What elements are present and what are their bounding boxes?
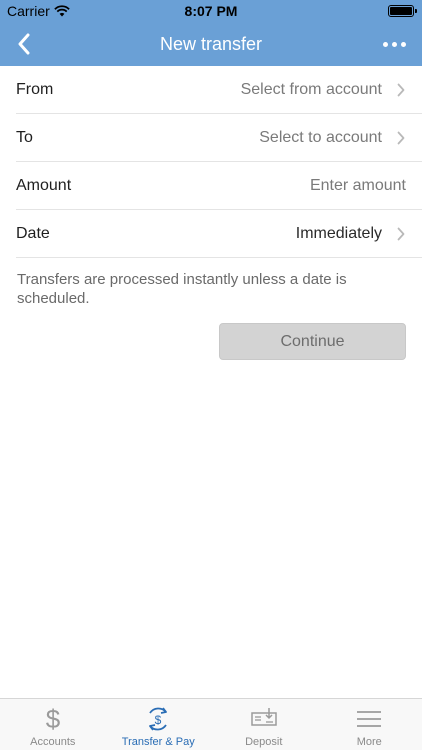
amount-label: Amount <box>16 176 72 194</box>
ellipsis-icon <box>382 41 388 47</box>
transfer-note: Transfers are processed instantly unless… <box>17 271 347 307</box>
ellipsis-dot <box>391 41 397 47</box>
from-account-row[interactable]: From Select from account <box>16 66 422 114</box>
transfer-dollar-icon: $ <box>149 707 168 731</box>
to-account-row[interactable]: To Select to account <box>16 114 422 162</box>
header: Carrier 8:07 PM New transfer <box>0 0 422 66</box>
tab-more[interactable]: More <box>317 699 422 750</box>
more-button[interactable] <box>380 32 408 56</box>
from-value: Select from account <box>240 80 382 98</box>
chevron-right-icon <box>397 131 405 145</box>
chevron-right-icon <box>397 227 405 241</box>
amount-input[interactable]: Enter amount <box>310 177 406 195</box>
page-title: New transfer <box>159 34 263 54</box>
check-deposit-icon <box>251 708 277 726</box>
tab-label: More <box>356 736 382 748</box>
ellipsis-dot <box>400 41 406 47</box>
tab-label: Deposit <box>245 736 283 748</box>
tab-bar: $ Accounts $ Transfer & Pay Deposit More <box>0 698 422 750</box>
tab-label: Accounts <box>30 736 76 748</box>
tab-deposit[interactable]: Deposit <box>211 699 317 750</box>
to-value: Select to account <box>259 128 382 146</box>
tab-label: Transfer & Pay <box>121 736 195 748</box>
to-label: To <box>16 128 33 146</box>
date-value: Immediately <box>295 224 382 242</box>
amount-row[interactable]: Amount Enter amount <box>16 162 422 210</box>
date-label: Date <box>16 224 50 242</box>
svg-text:$: $ <box>46 705 61 733</box>
from-label: From <box>16 80 54 98</box>
tab-accounts[interactable]: $ Accounts <box>0 699 106 750</box>
status-bar: Carrier 8:07 PM <box>0 0 422 22</box>
svg-text:$: $ <box>155 713 162 727</box>
chevron-right-icon <box>397 83 405 97</box>
nav-bar: New transfer <box>0 22 422 66</box>
date-row[interactable]: Date Immediately <box>16 210 422 258</box>
dollar-icon: $ <box>46 705 61 733</box>
battery-icon <box>388 5 417 17</box>
tab-transfer-pay[interactable]: $ Transfer & Pay <box>106 699 212 750</box>
status-time: 8:07 PM <box>184 3 238 19</box>
continue-button[interactable]: Continue <box>219 323 406 360</box>
transfer-form: From Select from account To Select to ac… <box>0 66 422 258</box>
menu-icon <box>357 711 382 727</box>
